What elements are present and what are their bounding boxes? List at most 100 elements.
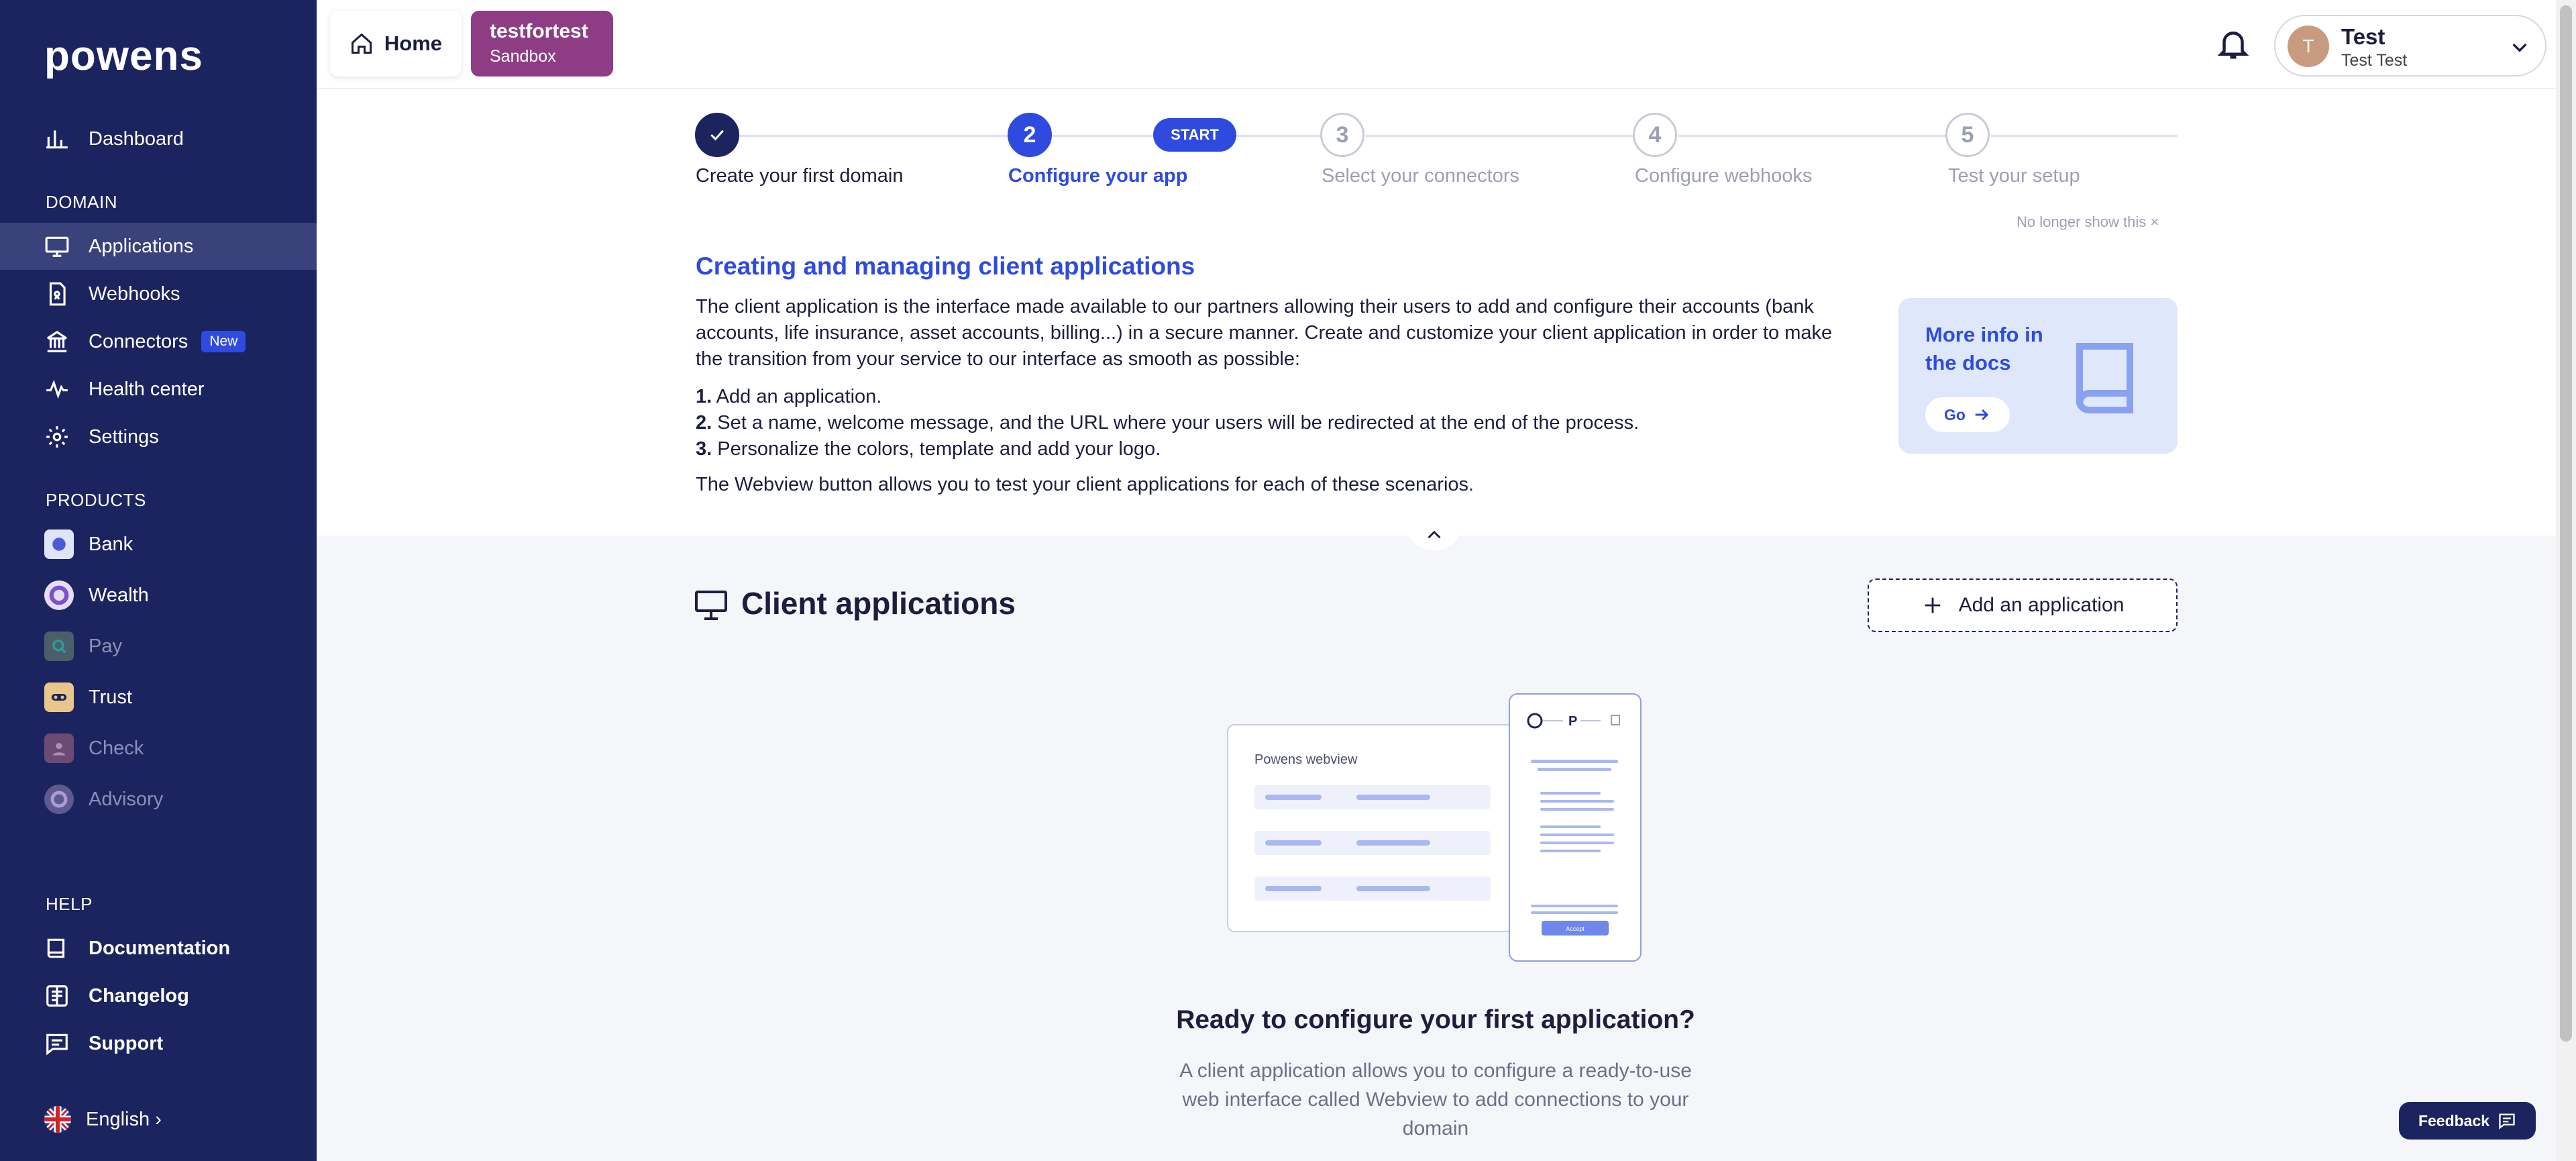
bank-product-icon: [44, 529, 74, 559]
sidebar-item-label: Check: [89, 737, 144, 759]
sidebar-item-label: Health center: [89, 378, 205, 400]
section-help: HELP: [46, 894, 93, 914]
step-5-label[interactable]: Test your setup: [1948, 165, 2080, 187]
section-products: PRODUCTS: [46, 490, 146, 510]
bank-icon: [44, 329, 70, 354]
wealth-product-icon: [44, 580, 74, 610]
sidebar-item-label: Connectors: [89, 330, 189, 352]
user-name: Test: [2341, 24, 2385, 49]
stepper-connector: [1678, 135, 1947, 137]
home-icon: [351, 33, 372, 54]
sidebar-item-label: Advisory: [89, 788, 164, 810]
trust-product-icon: [44, 683, 74, 712]
bell-icon[interactable]: [2215, 26, 2251, 62]
sidebar-item-label: Settings: [89, 425, 159, 448]
sidebar-item-trust[interactable]: Trust: [0, 674, 317, 721]
environment-selector[interactable]: testfortest Sandbox: [471, 11, 613, 77]
step-1-label[interactable]: Create your first domain: [696, 165, 903, 187]
docs-go-button[interactable]: Go: [1925, 397, 2010, 432]
step-4-label[interactable]: Configure webhooks: [1635, 165, 1812, 187]
sidebar-item-wealth[interactable]: Wealth: [0, 572, 317, 619]
sidebar-item-label: Applications: [89, 235, 194, 257]
home-button[interactable]: Home: [330, 11, 462, 77]
sidebar-item-label: Changelog: [89, 985, 189, 1007]
empty-state-title: Ready to configure your first applicatio…: [1176, 1005, 1695, 1034]
list-item: 1. Add an application.: [696, 386, 882, 407]
powens-logo[interactable]: powens: [44, 32, 203, 80]
scrollbar-thumb[interactable]: [2560, 5, 2572, 1042]
sidebar-item-advisory[interactable]: Advisory: [0, 776, 317, 823]
illustration-title: Powens webview: [1254, 752, 1358, 767]
sidebar-item-documentation[interactable]: Documentation: [0, 925, 317, 972]
sidebar-item-applications[interactable]: Applications: [0, 223, 317, 270]
collapse-toggle[interactable]: [1406, 523, 1462, 550]
avatar: T: [2288, 26, 2329, 67]
step-3-circle[interactable]: 3: [1320, 113, 1364, 157]
sidebar-item-label: Documentation: [89, 937, 231, 959]
sidebar-item-label: Dashboard: [89, 128, 184, 150]
check-product-icon: [44, 734, 74, 763]
stepper-connector: [1366, 135, 1634, 137]
language-selector[interactable]: English ›: [44, 1106, 162, 1133]
svg-text:P: P: [1568, 714, 1577, 729]
user-full-name: Test Test: [2341, 51, 2408, 70]
stepper-connector: [1991, 135, 2178, 137]
environment-type: Sandbox: [490, 47, 556, 66]
empty-state-description: A client application allows you to confi…: [1179, 1060, 1692, 1140]
chat-icon: [2499, 1113, 2515, 1129]
sidebar-item-bank[interactable]: Bank: [0, 521, 317, 568]
sidebar-item-support[interactable]: Support: [0, 1020, 317, 1067]
sidebar-item-label: Support: [89, 1032, 164, 1054]
sidebar-item-webhooks[interactable]: Webhooks: [0, 270, 317, 317]
sidebar-item-label: Pay: [89, 635, 122, 657]
sidebar-item-health-center[interactable]: Health center: [0, 366, 317, 413]
step-4-circle[interactable]: 4: [1633, 113, 1677, 157]
add-application-button[interactable]: Add an application: [1868, 578, 2178, 632]
docs-title: More info in the docs: [1925, 323, 2043, 374]
sidebar-item-dashboard[interactable]: Dashboard: [0, 115, 317, 162]
sidebar: powens Dashboard DOMAIN Applications Web…: [0, 0, 317, 1161]
chevron-up-icon: [1428, 530, 1441, 539]
list-item: 2. Set a name, welcome message, and the …: [696, 412, 1640, 434]
uk-flag-icon: [44, 1106, 71, 1133]
start-button[interactable]: START: [1153, 118, 1236, 152]
sidebar-item-changelog[interactable]: Changelog: [0, 972, 317, 1019]
advisory-product-icon: [44, 785, 74, 814]
sidebar-item-connectors[interactable]: Connectors New: [0, 318, 317, 365]
step-3-label[interactable]: Select your connectors: [1322, 165, 1519, 187]
section-domain: DOMAIN: [46, 192, 117, 212]
step-2-label[interactable]: Configure your app: [1008, 165, 1187, 187]
section-title: Client applications: [741, 586, 1016, 621]
gear-icon: [44, 424, 70, 450]
user-menu[interactable]: T Test Test Test: [2274, 15, 2546, 77]
chevron-down-icon: [2512, 43, 2527, 52]
plus-icon: [1925, 597, 1940, 613]
sidebar-item-check[interactable]: Check: [0, 725, 317, 772]
step-1-circle[interactable]: [695, 113, 739, 157]
illustration-accept: Accept: [1566, 925, 1585, 932]
topbar: Home testfortest Sandbox T Test Test Tes…: [317, 0, 2576, 89]
sidebar-item-pay[interactable]: Pay: [0, 623, 317, 670]
pulse-icon: [44, 376, 70, 402]
environment-name: testfortest: [490, 20, 588, 42]
changelog-icon: [44, 983, 70, 1009]
new-badge: New: [201, 331, 246, 352]
sidebar-item-settings[interactable]: Settings: [0, 413, 317, 460]
step-5-circle[interactable]: 5: [1945, 113, 1990, 157]
chevron-right-icon: ›: [155, 1108, 162, 1130]
language-label: English: [86, 1108, 150, 1130]
sidebar-item-label: Webhooks: [89, 283, 180, 305]
home-label: Home: [384, 32, 443, 55]
step-2-circle[interactable]: 2: [1008, 113, 1052, 157]
feedback-button[interactable]: Feedback: [2399, 1102, 2536, 1140]
intro-paragraph: The client application is the interface …: [696, 296, 1833, 370]
intro-footer: The Webview button allows you to test yo…: [696, 474, 1474, 495]
book-icon: [2076, 343, 2133, 413]
sidebar-item-label: Bank: [89, 533, 133, 555]
no-longer-show-link[interactable]: No longer show this ×: [2017, 213, 2159, 231]
check-icon: [710, 130, 724, 141]
book-icon: [44, 936, 70, 961]
docs-card: More info in the docs Go: [1898, 298, 2178, 454]
sidebar-item-label: Trust: [89, 686, 132, 708]
intro-steps-list: 1. Add an application. 2. Set a name, we…: [696, 384, 1639, 462]
